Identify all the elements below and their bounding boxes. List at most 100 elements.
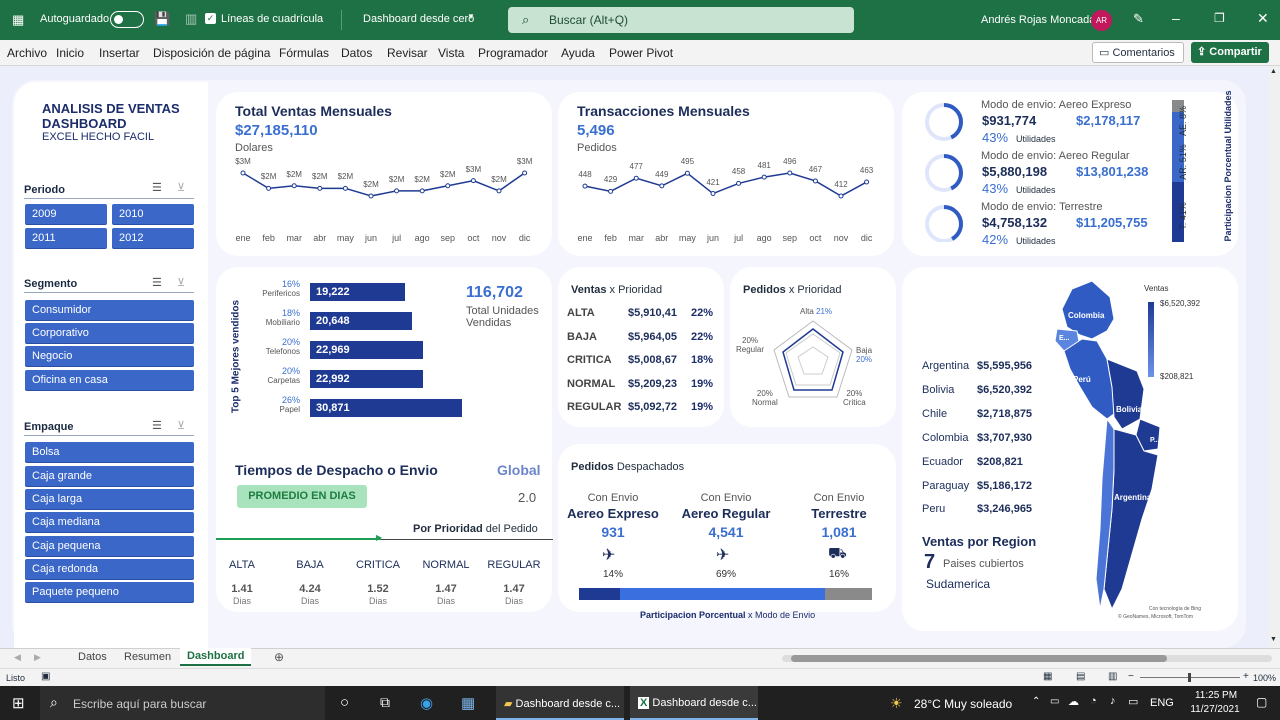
slicer-segmento-negocio[interactable]: Negocio	[25, 346, 194, 366]
slicer-segmento-oficina[interactable]: Oficina en casa	[25, 370, 194, 390]
normal-view-icon[interactable]: ▦	[1043, 671, 1052, 682]
taskbar-search[interactable]: ⌕ Escribe aquí para buscar	[40, 686, 325, 720]
slicer-empaque-caja-mediana[interactable]: Caja mediana	[25, 512, 194, 532]
map-country-value: $5,186,172	[977, 479, 1033, 492]
language-indicator[interactable]: ENG	[1150, 697, 1174, 709]
multiselect-icon[interactable]: ☰	[152, 276, 162, 289]
wifi-icon[interactable]: ◔	[1090, 695, 1097, 707]
slicer-empaque-caja-larga[interactable]: Caja larga	[25, 489, 194, 509]
tab-resumen[interactable]: Resumen	[124, 651, 171, 663]
slicer-empaque-caja-grande[interactable]: Caja grande	[25, 466, 194, 486]
menu-programador[interactable]: Programador	[478, 46, 548, 60]
battery-icon[interactable]: ▭	[1128, 695, 1138, 708]
next-sheet-icon[interactable]: ▶	[34, 652, 41, 663]
t-data-label: 429	[603, 175, 618, 185]
windows-start-icon[interactable]: ⊞	[12, 694, 25, 712]
despacho-days-unit: Dias	[300, 596, 319, 606]
ship-bar-segment	[620, 588, 825, 600]
menu-vista[interactable]: Vista	[438, 46, 464, 60]
slicer-periodo-2009[interactable]: 2009	[25, 204, 107, 224]
clear-filter-icon[interactable]: ⊻	[177, 276, 185, 289]
clock-date[interactable]: 11/27/2021	[1180, 704, 1250, 715]
t-data-label: 463	[859, 166, 874, 176]
add-sheet-icon[interactable]: ⊕	[274, 650, 284, 664]
taskbar-app-excel[interactable]: X Dashboard desde c...	[630, 686, 758, 720]
cloud-icon[interactable]: ☁	[1068, 695, 1079, 708]
minimize-icon[interactable]: –	[1172, 10, 1180, 26]
chevron-down-icon[interactable]: ▼	[467, 12, 475, 21]
slicer-empaque-caja-redonda[interactable]: Caja redonda	[25, 559, 194, 579]
menu-formulas[interactable]: Fórmulas	[279, 46, 329, 60]
restore-icon[interactable]: ❐	[1214, 11, 1225, 25]
multiselect-icon[interactable]: ☰	[152, 419, 162, 432]
page-layout-icon[interactable]: ▤	[1076, 671, 1085, 682]
slicer-segmento-corporativo[interactable]: Corporativo	[25, 323, 194, 343]
menu-inicio[interactable]: Inicio	[56, 46, 84, 60]
volume-icon[interactable]: ♪	[1110, 695, 1116, 707]
slicer-periodo-2011[interactable]: 2011	[25, 228, 107, 248]
menu-insertar[interactable]: Insertar	[99, 46, 140, 60]
weather-text[interactable]: 28°C Muy soleado	[914, 697, 1012, 711]
zoom-thumb[interactable]	[1188, 673, 1191, 682]
slicer-segmento-consumidor[interactable]: Consumidor	[25, 300, 194, 320]
vertical-scrollbar[interactable]: ▲ ▼	[1268, 66, 1280, 648]
t-point	[659, 183, 665, 189]
macro-icon[interactable]: ▥	[185, 11, 197, 27]
comments-button[interactable]: ▭ Comentarios	[1092, 42, 1184, 63]
slicer-empaque-paquete-pequeno[interactable]: Paquete pequeno	[25, 582, 194, 602]
autosave-toggle[interactable]	[110, 11, 144, 28]
close-icon[interactable]: ✕	[1257, 10, 1269, 27]
edge-icon[interactable]: ◉	[420, 694, 433, 712]
scroll-thumb[interactable]	[791, 655, 1167, 662]
tab-datos[interactable]: Datos	[78, 651, 107, 663]
menu-revisar[interactable]: Revisar	[387, 46, 428, 60]
share-button[interactable]: ⇪ Compartir	[1191, 42, 1269, 63]
tab-dashboard[interactable]: Dashboard	[180, 648, 252, 666]
v-data-label: $2M	[440, 169, 456, 179]
dashboard-title-2: DASHBOARD	[42, 116, 127, 131]
slicer-empaque-caja-pequena[interactable]: Caja pequena	[25, 536, 194, 556]
gridlines-checkbox[interactable]: ✓	[205, 13, 216, 24]
prev-sheet-icon[interactable]: ◀	[14, 652, 21, 663]
menu-power-pivot[interactable]: Power Pivot	[609, 46, 673, 60]
user-name[interactable]: Andrés Rojas Moncada	[981, 14, 1095, 26]
menu-datos[interactable]: Datos	[341, 46, 372, 60]
avatar[interactable]: AR	[1091, 10, 1112, 31]
clock-time[interactable]: 11:25 PM	[1186, 690, 1246, 701]
top5-title: Top 5 Mejores vendidos	[230, 299, 242, 414]
multiselect-icon[interactable]: ☰	[152, 181, 162, 194]
menu-ayuda[interactable]: Ayuda	[561, 46, 595, 60]
slicer-periodo-2012[interactable]: 2012	[112, 228, 194, 248]
weather-icon[interactable]: ☀	[890, 695, 903, 712]
notifications-icon[interactable]: ▢	[1256, 695, 1267, 709]
clear-filter-icon[interactable]: ⊻	[177, 419, 185, 432]
zoom-level[interactable]: 100%	[1253, 673, 1276, 683]
file-name[interactable]: Dashboard desde cero	[363, 13, 474, 25]
taskbar-app-explorer[interactable]: ▰ Dashboard desde c...	[496, 686, 624, 720]
pen-icon[interactable]: ✎	[1133, 11, 1144, 27]
scroll-up-icon[interactable]: ▲	[1270, 68, 1277, 75]
despachados-count: 4,541	[708, 524, 744, 540]
cortana-icon[interactable]: ○	[340, 694, 349, 711]
network-icon[interactable]: ▭	[1050, 696, 1059, 707]
menu-archivo[interactable]: Archivo	[7, 46, 47, 60]
search-box[interactable]: ⌕ Buscar (Alt+Q)	[508, 7, 854, 33]
scroll-down-icon[interactable]: ▼	[1270, 636, 1277, 643]
slicer-empaque-bolsa[interactable]: Bolsa	[25, 442, 194, 462]
clear-filter-icon[interactable]: ⊻	[177, 181, 185, 194]
horizontal-scrollbar[interactable]	[782, 655, 1272, 662]
slicer-periodo-2010[interactable]: 2010	[112, 204, 194, 224]
zoom-out-icon[interactable]: −	[1128, 671, 1134, 682]
zoom-slider[interactable]	[1140, 673, 1240, 682]
south-america-map	[1054, 280, 1161, 611]
save-icon[interactable]: 💾	[154, 11, 170, 27]
vxp-value: $5,964,05	[628, 330, 677, 343]
task-view-icon[interactable]: ⧉	[380, 694, 390, 711]
tray-chevron-icon[interactable]: ⌃	[1032, 696, 1040, 707]
calculator-icon[interactable]: ▦	[461, 694, 475, 712]
zoom-in-icon[interactable]: +	[1243, 671, 1249, 682]
modo-util-label: Utilidades	[1016, 185, 1056, 195]
page-break-icon[interactable]: ▥	[1108, 671, 1117, 682]
menu-disposicion[interactable]: Disposición de página	[153, 46, 270, 60]
accessibility-icon[interactable]: ▣	[41, 671, 50, 682]
